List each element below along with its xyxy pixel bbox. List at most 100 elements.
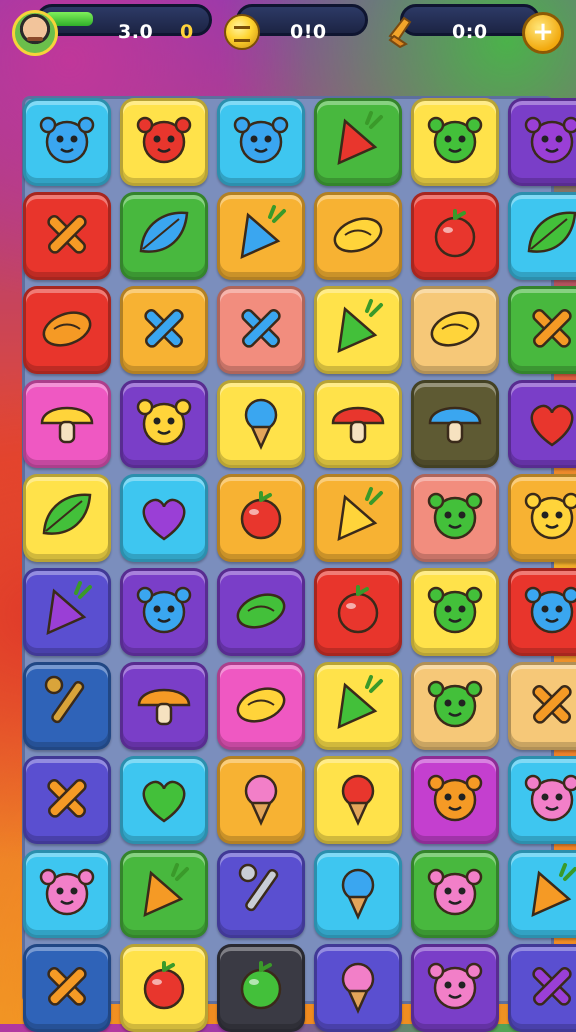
blue-spiky-creature-icon bbox=[131, 577, 197, 647]
green-cone-icon bbox=[325, 295, 391, 365]
board-tile[interactable] bbox=[411, 98, 499, 186]
board-tile[interactable] bbox=[23, 380, 111, 468]
blue-crossed-sticks-icon bbox=[228, 295, 294, 365]
orange-cross-icon bbox=[519, 295, 576, 365]
yellow-flower-icon bbox=[131, 389, 197, 459]
tool-icon bbox=[388, 16, 412, 48]
board-tile[interactable] bbox=[411, 474, 499, 562]
board-tile[interactable] bbox=[314, 380, 402, 468]
board-tile[interactable] bbox=[508, 474, 576, 562]
board-tile[interactable] bbox=[23, 850, 111, 938]
coin-count: 0!0 bbox=[290, 21, 327, 43]
red-mushroom-icon bbox=[325, 389, 391, 459]
blue-leaf-icon bbox=[131, 201, 197, 271]
add-button[interactable]: + bbox=[522, 12, 564, 54]
red-lollipop-icon bbox=[325, 765, 391, 835]
board-tile[interactable] bbox=[411, 192, 499, 280]
green-pea-pod-icon bbox=[228, 577, 294, 647]
board-tile[interactable] bbox=[411, 944, 499, 1032]
board-tile[interactable] bbox=[508, 568, 576, 656]
board-tile[interactable] bbox=[508, 380, 576, 468]
board-tile[interactable] bbox=[217, 286, 305, 374]
board-tile[interactable] bbox=[314, 662, 402, 750]
board-tile[interactable] bbox=[217, 98, 305, 186]
board-tile[interactable] bbox=[314, 192, 402, 280]
board-tile[interactable] bbox=[314, 474, 402, 562]
board-tile[interactable] bbox=[120, 662, 208, 750]
green-bomb-icon bbox=[228, 953, 294, 1023]
pink-mouse-creature-icon bbox=[519, 765, 576, 835]
pink-block-creature-icon bbox=[422, 859, 488, 929]
board-tile[interactable] bbox=[120, 944, 208, 1032]
green-leaf-icon bbox=[519, 201, 576, 271]
red-strawberry-icon bbox=[228, 483, 294, 553]
board-tile[interactable] bbox=[314, 568, 402, 656]
board-tile[interactable] bbox=[411, 380, 499, 468]
board-tile[interactable] bbox=[120, 850, 208, 938]
board-tile[interactable] bbox=[23, 944, 111, 1032]
red-apple-icon bbox=[131, 953, 197, 1023]
blue-beetle-icon bbox=[228, 107, 294, 177]
board-tile[interactable] bbox=[120, 380, 208, 468]
board-tile[interactable] bbox=[217, 474, 305, 562]
board-tile[interactable] bbox=[508, 944, 576, 1032]
board-tile[interactable] bbox=[508, 98, 576, 186]
board-tile[interactable] bbox=[23, 286, 111, 374]
board-tile[interactable] bbox=[314, 98, 402, 186]
orange-bread-icon bbox=[34, 295, 100, 365]
board-tile[interactable] bbox=[508, 286, 576, 374]
board-tile[interactable] bbox=[217, 756, 305, 844]
board-tile[interactable] bbox=[217, 568, 305, 656]
board-tile[interactable] bbox=[23, 568, 111, 656]
board-tile[interactable] bbox=[411, 756, 499, 844]
board-tile[interactable] bbox=[120, 192, 208, 280]
board-tile[interactable] bbox=[23, 474, 111, 562]
game-board bbox=[22, 96, 576, 1032]
board-tile[interactable] bbox=[411, 568, 499, 656]
player-avatar[interactable] bbox=[12, 10, 58, 56]
pink-icecream-icon bbox=[228, 765, 294, 835]
board-tile[interactable] bbox=[314, 944, 402, 1032]
board-tile[interactable] bbox=[23, 662, 111, 750]
board-tile[interactable] bbox=[508, 850, 576, 938]
red-bear-creature-icon bbox=[131, 107, 197, 177]
board-tile[interactable] bbox=[217, 944, 305, 1032]
board-tile[interactable] bbox=[120, 286, 208, 374]
board-tile[interactable] bbox=[23, 98, 111, 186]
yellow-shell-icon bbox=[422, 295, 488, 365]
board-tile[interactable] bbox=[508, 192, 576, 280]
board-tile[interactable] bbox=[314, 756, 402, 844]
red-strawberry-icon bbox=[325, 577, 391, 647]
pink-puff-creature-icon bbox=[422, 953, 488, 1023]
board-tile[interactable] bbox=[411, 286, 499, 374]
board-tile[interactable] bbox=[23, 192, 111, 280]
board-tile[interactable] bbox=[120, 568, 208, 656]
yellow-star-creature-icon bbox=[519, 483, 576, 553]
pink-bear-creature-icon bbox=[34, 859, 100, 929]
player-extra-count: 0 bbox=[180, 21, 194, 43]
board-tile[interactable] bbox=[217, 380, 305, 468]
board-tile[interactable] bbox=[217, 662, 305, 750]
board-tile[interactable] bbox=[120, 474, 208, 562]
board-tile[interactable] bbox=[120, 756, 208, 844]
green-heart-icon bbox=[131, 765, 197, 835]
purple-cross-icon bbox=[519, 953, 576, 1023]
board-tile[interactable] bbox=[508, 662, 576, 750]
board-tile[interactable] bbox=[217, 850, 305, 938]
board-tile[interactable] bbox=[411, 662, 499, 750]
orange-sun-creature-icon bbox=[422, 765, 488, 835]
yellow-carrot-icon bbox=[325, 483, 391, 553]
board-tile[interactable] bbox=[23, 756, 111, 844]
green-cone-icon bbox=[325, 671, 391, 741]
purple-berry-creature-icon bbox=[519, 107, 576, 177]
board-tile[interactable] bbox=[217, 192, 305, 280]
board-tile[interactable] bbox=[314, 850, 402, 938]
blue-cat-creature-icon bbox=[34, 107, 100, 177]
board-tile[interactable] bbox=[411, 850, 499, 938]
purple-corn-icon bbox=[34, 577, 100, 647]
board-tile[interactable] bbox=[120, 98, 208, 186]
board-tile[interactable] bbox=[508, 756, 576, 844]
blue-lollipop-icon bbox=[228, 389, 294, 459]
silver-wrench-icon bbox=[228, 859, 294, 929]
board-tile[interactable] bbox=[314, 286, 402, 374]
